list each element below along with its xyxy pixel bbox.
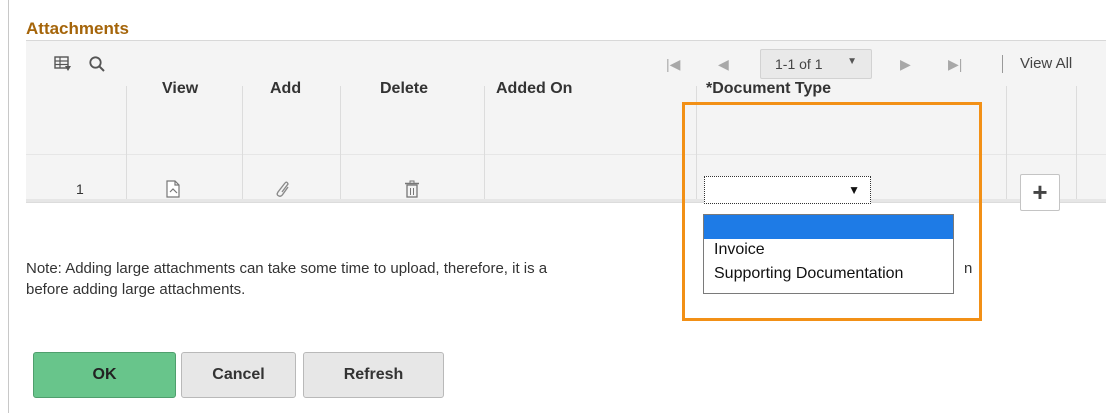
pager-select[interactable]: 1-1 of 1 ▼: [760, 49, 872, 79]
ok-button[interactable]: OK: [33, 352, 176, 398]
column-divider: [242, 86, 243, 199]
column-divider: [484, 86, 485, 199]
column-divider: [126, 86, 127, 199]
column-divider: [1076, 86, 1077, 199]
column-divider: [1006, 86, 1007, 199]
note-line-2: before adding large attachments.: [26, 281, 246, 298]
row-number: 1: [76, 181, 84, 197]
column-header-view: View: [162, 80, 199, 97]
column-header-add: Add: [270, 80, 302, 97]
first-page-icon[interactable]: |◀: [666, 54, 680, 74]
cancel-button[interactable]: Cancel: [181, 352, 296, 398]
note-line-1: Note: Adding large attachments can take …: [26, 260, 548, 277]
paperclip-icon[interactable]: [274, 180, 290, 198]
refresh-button[interactable]: Refresh: [303, 352, 444, 398]
column-header-added-on: Added On: [496, 80, 573, 97]
view-all-link[interactable]: View All: [1020, 55, 1072, 72]
column-header-document-type: *Document Type: [706, 80, 832, 97]
toolbar-divider: [1002, 55, 1003, 73]
grid-customize-icon[interactable]: [54, 55, 72, 73]
highlight-box: [682, 102, 982, 321]
add-row-button[interactable]: +: [1020, 174, 1060, 211]
next-page-icon[interactable]: ▶: [900, 54, 911, 74]
last-page-icon[interactable]: ▶|: [948, 54, 962, 74]
search-icon[interactable]: [88, 55, 106, 73]
pager-label: 1-1 of 1: [775, 56, 823, 72]
view-attachment-icon[interactable]: [165, 180, 181, 198]
page-left-border: [8, 0, 9, 413]
section-title: Attachments: [26, 19, 129, 38]
chevron-down-icon: ▼: [847, 56, 857, 67]
column-divider: [340, 86, 341, 199]
column-header-delete: Delete: [380, 80, 429, 97]
trash-icon[interactable]: [404, 180, 420, 198]
previous-page-icon[interactable]: ◀: [718, 54, 729, 74]
